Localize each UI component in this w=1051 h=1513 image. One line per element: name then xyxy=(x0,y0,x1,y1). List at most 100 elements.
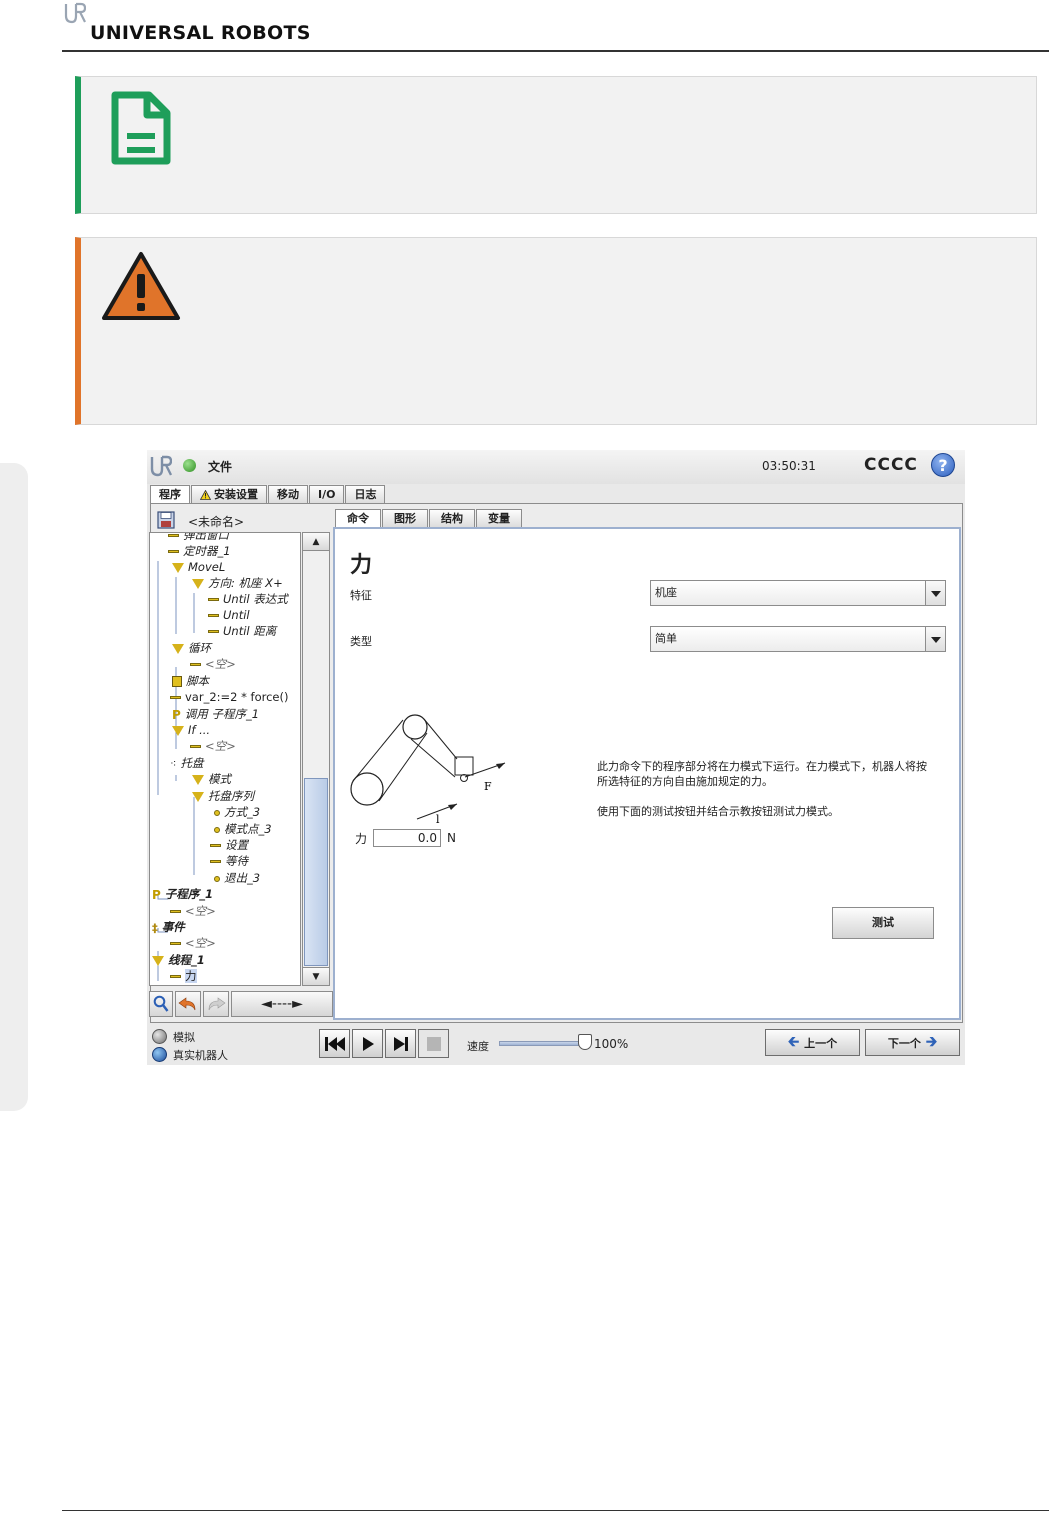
tree-item-pallet-sequence[interactable]: 托盘序列 xyxy=(192,788,254,804)
tree-item-event[interactable]: ‡ 事件 xyxy=(152,919,185,935)
status-indicator-icon xyxy=(183,459,196,472)
tree-item-assignment[interactable]: var_2:=2 * force() xyxy=(170,689,288,705)
expand-triangle-icon xyxy=(172,643,184,654)
stop-icon xyxy=(426,1036,441,1051)
tree-item-if[interactable]: If ... xyxy=(172,722,210,738)
tree-item-direction[interactable]: 方向: 机座 X+ xyxy=(192,575,283,591)
tab-command[interactable]: 命令 xyxy=(335,509,381,527)
tab-graphics[interactable]: 图形 xyxy=(382,509,428,527)
tree-item-icon xyxy=(210,844,221,847)
tree-item-icon xyxy=(190,663,201,666)
tree-item-icon xyxy=(170,910,181,913)
tree-item-until-distance[interactable]: Until 距离 xyxy=(208,623,276,639)
side-tab xyxy=(0,463,28,1111)
tree-item-icon xyxy=(170,942,181,945)
simulation-radio-icon xyxy=(152,1029,167,1044)
tree-item-call[interactable]: P 调用 子程序_1 xyxy=(172,706,259,722)
skip-to-start-button[interactable] xyxy=(319,1029,350,1058)
tree-item-empty[interactable]: <空> xyxy=(170,935,216,951)
subprogram-icon: P xyxy=(152,887,161,902)
tree-item-icon xyxy=(190,745,201,748)
header-rule xyxy=(62,50,1049,52)
tab-installation[interactable]: 安装设置 xyxy=(191,485,267,503)
help-icon[interactable]: ? xyxy=(931,453,955,477)
stop-button[interactable] xyxy=(418,1029,449,1058)
tree-item-script[interactable]: 脚本 xyxy=(172,673,209,689)
waypoint-icon xyxy=(214,826,220,833)
simulation-mode-option[interactable]: 模拟 xyxy=(152,1028,195,1045)
panel-title: 力 xyxy=(350,553,373,578)
tree-item-popup[interactable]: 弹出窗口 xyxy=(168,533,229,543)
scroll-thumb[interactable] xyxy=(304,778,328,966)
real-robot-mode-option[interactable]: 真实机器人 xyxy=(152,1046,228,1063)
tree-item-timer[interactable]: 定时器_1 xyxy=(168,543,231,559)
search-button[interactable] xyxy=(149,991,173,1017)
tree-item-pallet[interactable]: ⁖ 托盘 xyxy=(170,755,203,771)
tree-item-empty[interactable]: <空> xyxy=(190,656,236,672)
tree-item-exit[interactable]: 退出_3 xyxy=(214,870,260,886)
direction-vector-label: l xyxy=(436,813,440,826)
next-button[interactable]: 下一个 🡲 xyxy=(865,1029,960,1056)
tree-item-icon xyxy=(208,630,219,633)
feature-select[interactable]: 机座 xyxy=(650,580,946,606)
tab-program[interactable]: 程序 xyxy=(150,485,190,503)
waypoint-icon xyxy=(214,809,220,816)
speed-value: 100% xyxy=(594,1037,629,1051)
subprogram-icon: P xyxy=(172,707,181,722)
tree-item-thread[interactable]: 线程_1 xyxy=(152,952,205,968)
force-label: 力 xyxy=(355,831,368,846)
tree-scrollbar[interactable]: ▲ ▼ xyxy=(302,532,330,986)
tree-item-empty[interactable]: <空> xyxy=(170,903,216,919)
tree-item-pattern-point[interactable]: 模式点_3 xyxy=(214,821,272,837)
tab-move[interactable]: 移动 xyxy=(268,485,308,503)
tree-item-approach[interactable]: 方式_3 xyxy=(214,804,260,820)
program-tree[interactable]: 弹出窗口 定时器_1 MoveL 方向: 机座 X+ Until 表达式 Unt… xyxy=(149,532,301,986)
tree-item-empty[interactable]: <空> xyxy=(190,738,236,754)
test-button[interactable]: 测试 xyxy=(832,907,934,939)
tree-item-icon xyxy=(170,975,181,978)
tree-item-wait[interactable]: 等待 xyxy=(210,853,248,869)
move-node-button[interactable]: ◄----► xyxy=(231,991,333,1017)
scroll-up-icon[interactable]: ▲ xyxy=(303,533,329,551)
document-note-icon xyxy=(111,91,171,165)
play-button[interactable] xyxy=(352,1029,383,1058)
tree-item-movel[interactable]: MoveL xyxy=(172,559,225,575)
tree-item-until[interactable]: Until xyxy=(208,607,250,623)
tree-item-set[interactable]: 设置 xyxy=(210,837,248,853)
arrow-right-icon: 🡲 xyxy=(925,1033,938,1050)
clock: 03:50:31 xyxy=(762,459,816,473)
force-input[interactable]: 0.0 xyxy=(373,829,442,847)
tree-item-loop[interactable]: 循环 xyxy=(172,640,211,656)
tab-structure[interactable]: 结构 xyxy=(429,509,475,527)
previous-button[interactable]: 🡰 上一个 xyxy=(765,1029,860,1056)
tab-log[interactable]: 日志 xyxy=(345,485,386,503)
file-menu[interactable]: 文件 xyxy=(208,458,232,475)
tab-io[interactable]: I/O xyxy=(309,485,345,503)
force-description: 此力命令下的程序部分将在力模式下运行。在力模式下，机器人将按所选特征的方向自由施… xyxy=(597,759,937,834)
speed-slider-handle[interactable] xyxy=(578,1034,592,1050)
chevron-down-icon xyxy=(925,627,945,651)
redo-button[interactable] xyxy=(203,991,229,1017)
tree-item-pattern[interactable]: 模式 xyxy=(192,771,231,787)
undo-button[interactable] xyxy=(175,991,201,1017)
tree-item-icon xyxy=(208,614,219,617)
brand-name: UNIVERSAL ROBOTS xyxy=(90,22,311,44)
ur-logo-icon xyxy=(150,455,172,477)
warning-box xyxy=(75,237,1037,425)
tree-item-icon xyxy=(208,598,219,601)
expand-triangle-icon xyxy=(192,791,204,802)
tree-item-icon xyxy=(168,550,179,553)
skip-back-icon xyxy=(324,1036,345,1051)
save-icon[interactable] xyxy=(157,511,175,529)
speed-slider[interactable] xyxy=(499,1041,589,1046)
scroll-down-icon[interactable]: ▼ xyxy=(303,967,329,985)
tree-item-until-expression[interactable]: Until 表达式 xyxy=(208,591,288,607)
force-command-panel: 力 特征 机座 类型 简单 F l 力 0.0 N 此力命令下的程序部分将在力模… xyxy=(333,527,961,1020)
type-select[interactable]: 简单 xyxy=(650,626,946,652)
tree-item-force[interactable]: 力 xyxy=(170,968,197,984)
tab-variables[interactable]: 变量 xyxy=(476,509,522,527)
expand-triangle-icon xyxy=(192,578,204,589)
step-button[interactable] xyxy=(385,1029,416,1058)
tree-item-subprogram[interactable]: P 子程序_1 xyxy=(152,886,213,902)
expand-triangle-icon xyxy=(172,562,184,573)
